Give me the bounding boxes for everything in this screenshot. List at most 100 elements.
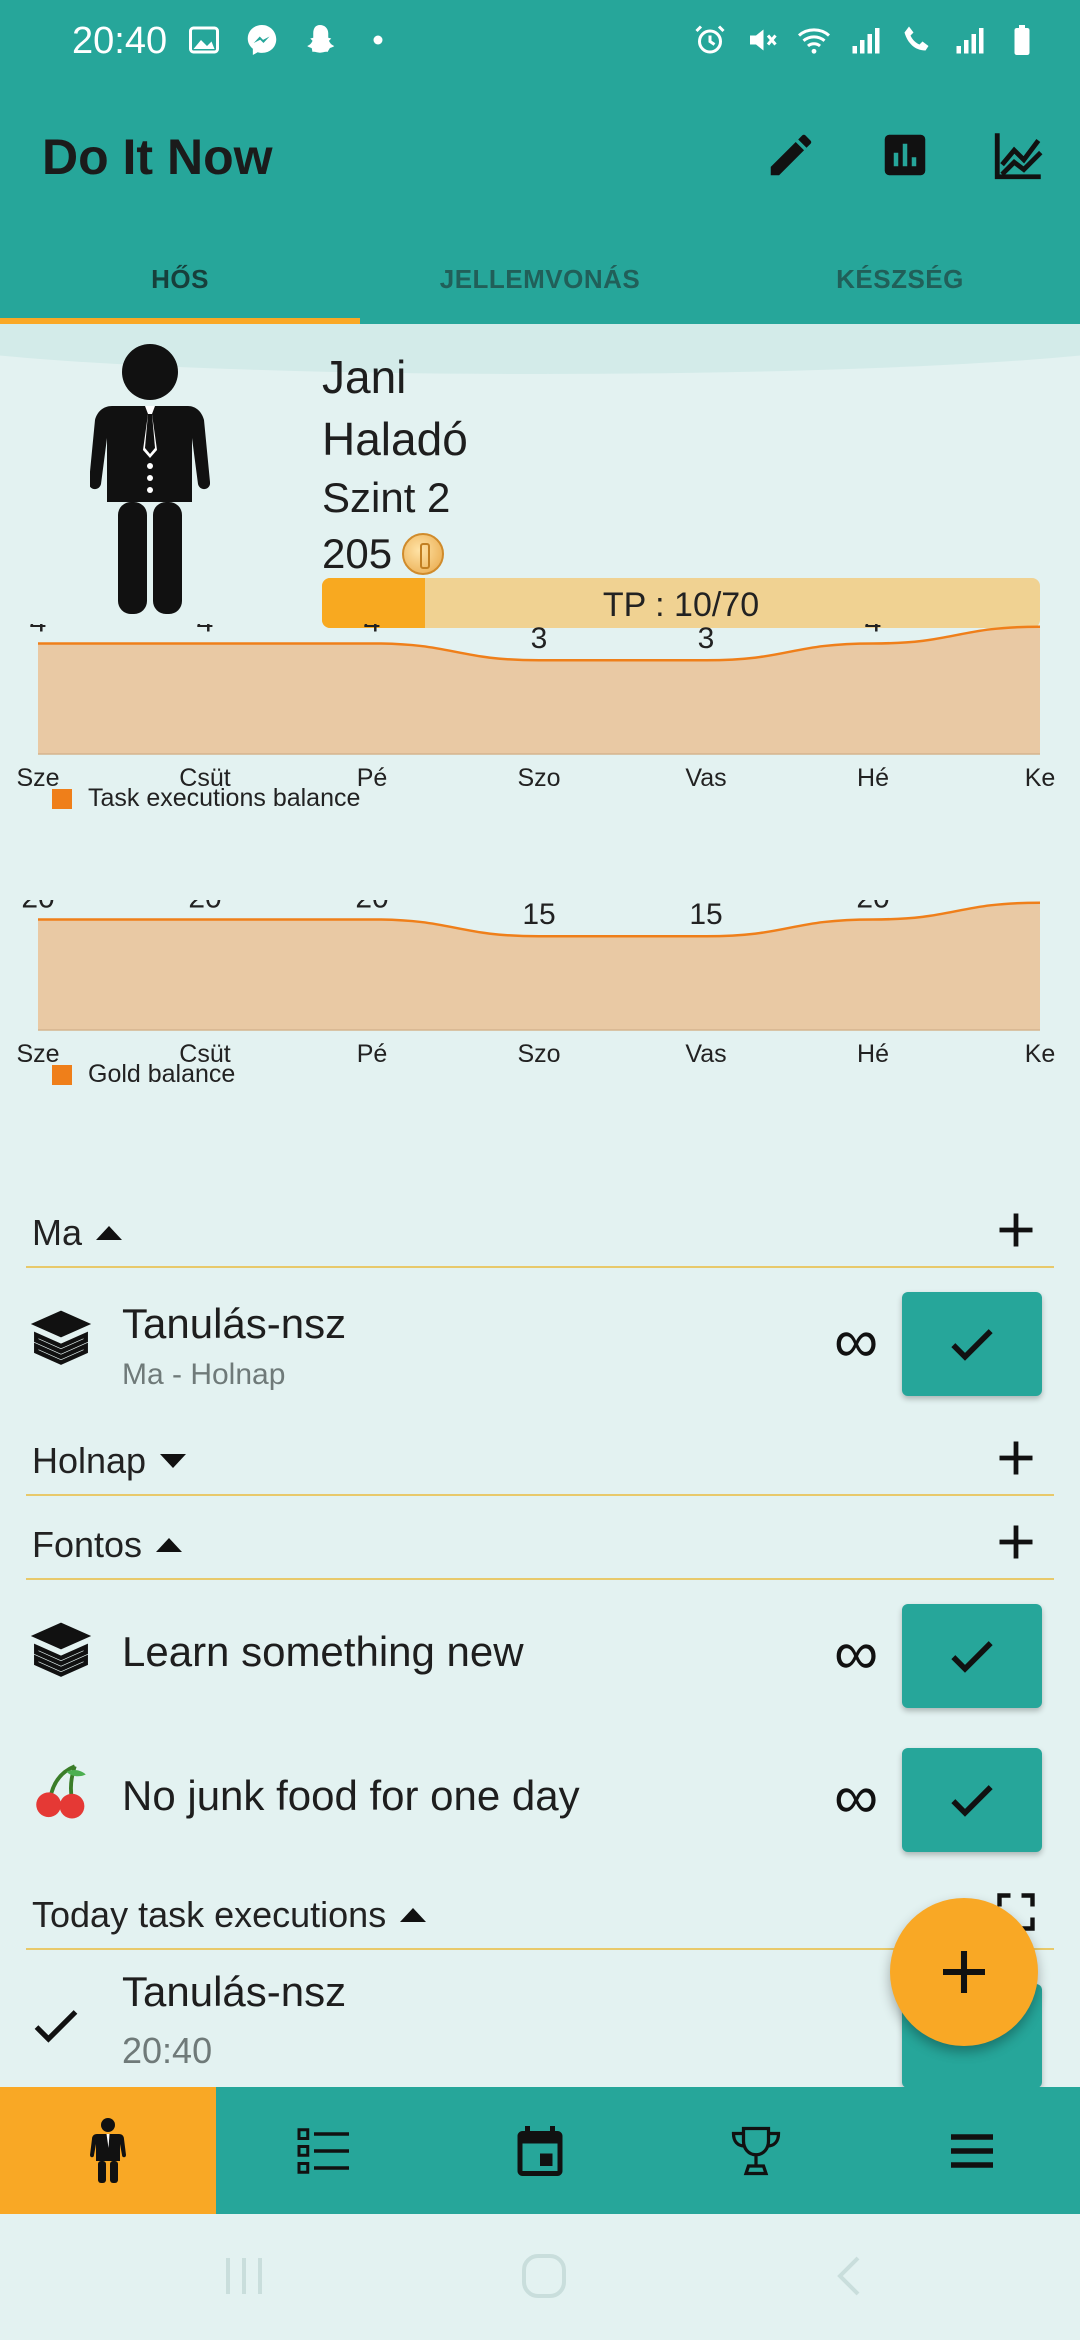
task-list-icon [297,2127,349,2174]
task-item[interactable]: Tanulás-nsz Ma - Holnap ∞ [0,1272,1080,1402]
data-label: 20 [21,900,54,914]
data-label: 4 [30,624,47,638]
snapchat-icon [307,25,335,53]
edit-icon [770,134,812,176]
section-important: Fontos [26,1506,1054,1580]
recent-apps-icon[interactable] [222,2252,266,2300]
x-tick-label: Hé [857,764,889,792]
tab-skills[interactable]: KÉSZSÉG [720,234,1080,324]
legend-swatch [52,1064,72,1085]
gold-amount: 205 [322,530,393,577]
section-executions-toggle[interactable]: Today task executions [32,1894,427,1936]
x-tick-label: Szo [517,1040,560,1068]
x-tick-label: Szo [517,764,560,792]
expand-arrow-icon [160,1454,187,1468]
hero-rank: Haladó [322,413,468,465]
battery-icon [1014,25,1030,55]
check-icon [951,1785,993,1817]
data-label: 20 [188,900,221,914]
chart-legend: Task executions balance [52,784,360,813]
section-title: Today task executions [32,1894,387,1935]
wifi-icon [797,28,831,54]
gold-balance-chart-svg: 20Sze20Csüt20Pé15Szo15Vas20Hé25Ke [16,900,1056,1068]
task-item[interactable]: Learn something new ∞ [0,1584,1080,1714]
section-today-toggle[interactable]: Ma [32,1212,123,1254]
complete-task-button[interactable] [902,1748,1042,1852]
section-title: Ma [32,1212,83,1253]
tab-hero[interactable]: HŐS [0,234,360,324]
legend-label: Task executions balance [88,784,361,812]
wifi-call-icon [904,26,929,51]
cherry-icon [36,1764,86,1819]
section-important-toggle[interactable]: Fontos [32,1524,183,1566]
collapse-arrow-icon [400,1908,427,1922]
coin-icon [402,533,445,575]
data-label: 20 [355,900,388,914]
complete-task-button[interactable] [902,1292,1042,1396]
x-tick-label: Pé [357,764,388,792]
legend-label: Gold balance [88,1060,236,1088]
nav-menu[interactable] [864,2087,1080,2214]
repeat-infinite-icon: ∞ [834,1619,879,1688]
nav-achievements[interactable] [648,2087,864,2214]
add-icon[interactable] [994,1520,1038,1564]
task-title: No junk food for one day [122,1772,580,1819]
progress-chart-button[interactable] [988,124,1050,186]
x-tick-label: Vas [685,1040,726,1068]
task-title: Learn something new [122,1628,524,1675]
add-icon[interactable] [994,1208,1038,1252]
hero-info: Jani Haladó Szint 2 205 [322,346,468,582]
home-icon[interactable] [518,2250,570,2302]
statistics-button[interactable] [874,124,936,186]
clock: 20:40 [72,20,168,62]
section-tomorrow-toggle[interactable]: Holnap [32,1440,187,1482]
back-icon[interactable] [830,2252,866,2300]
check-icon [34,2010,78,2043]
messenger-icon [247,25,277,55]
status-bar: 20:40 [0,0,1080,84]
tp-label: TP : 10/70 [602,586,760,624]
hero-gold: 205 [322,526,468,582]
data-label: 4 [865,624,882,638]
bottom-navigation [0,2087,1080,2214]
repeat-infinite-icon: ∞ [834,1763,879,1832]
tab-bar: HŐS JELLEMVONÁS KÉSZSÉG [0,234,1080,324]
data-label: 3 [531,624,548,655]
x-tick-label: Vas [685,764,726,792]
dot-icon [373,35,383,45]
task-item[interactable]: No junk food for one day ∞ [0,1728,1080,1858]
x-tick-label: Ke [1025,1040,1056,1068]
edit-button[interactable] [760,124,822,186]
task-subtitle: Ma - Holnap [122,1358,286,1391]
collapse-arrow-icon [96,1226,123,1240]
execution-title: Tanulás-nsz [122,1968,347,2015]
app-title: Do It Now [42,129,273,185]
task-executions-chart-svg: 4Sze4Csüt4Pé3Szo3Vas4Hé5Ke [16,624,1055,792]
plus-icon [943,1951,985,1993]
nav-calendar[interactable] [432,2087,648,2214]
hero-level: Szint 2 [322,474,451,521]
hero-icon [90,2117,126,2183]
alarm-icon [695,25,725,54]
nav-hero[interactable] [0,2087,216,2214]
calendar-icon [517,2125,563,2176]
hero-avatar-icon[interactable] [90,344,210,624]
books-icon [30,1310,92,1365]
nav-tasks[interactable] [216,2087,432,2214]
add-task-fab[interactable] [890,1898,1038,2046]
signal-icon [852,28,880,54]
system-navigation-bar [0,2214,1080,2340]
collapse-arrow-icon [156,1538,183,1552]
signal-icon [956,28,984,54]
hero-name: Jani [322,351,407,403]
task-executions-chart: 4Sze4Csüt4Pé3Szo3Vas4Hé5Ke Task executio… [0,624,1080,814]
add-icon[interactable] [994,1436,1038,1480]
execution-time: 20:40 [122,2030,213,2071]
x-tick-label: Pé [357,1040,388,1068]
data-label: 3 [698,624,715,655]
data-label: 4 [197,624,214,638]
mute-icon [750,29,777,51]
tab-traits[interactable]: JELLEMVONÁS [360,234,720,324]
complete-task-button[interactable] [902,1604,1042,1708]
section-tomorrow: Holnap [26,1422,1054,1496]
